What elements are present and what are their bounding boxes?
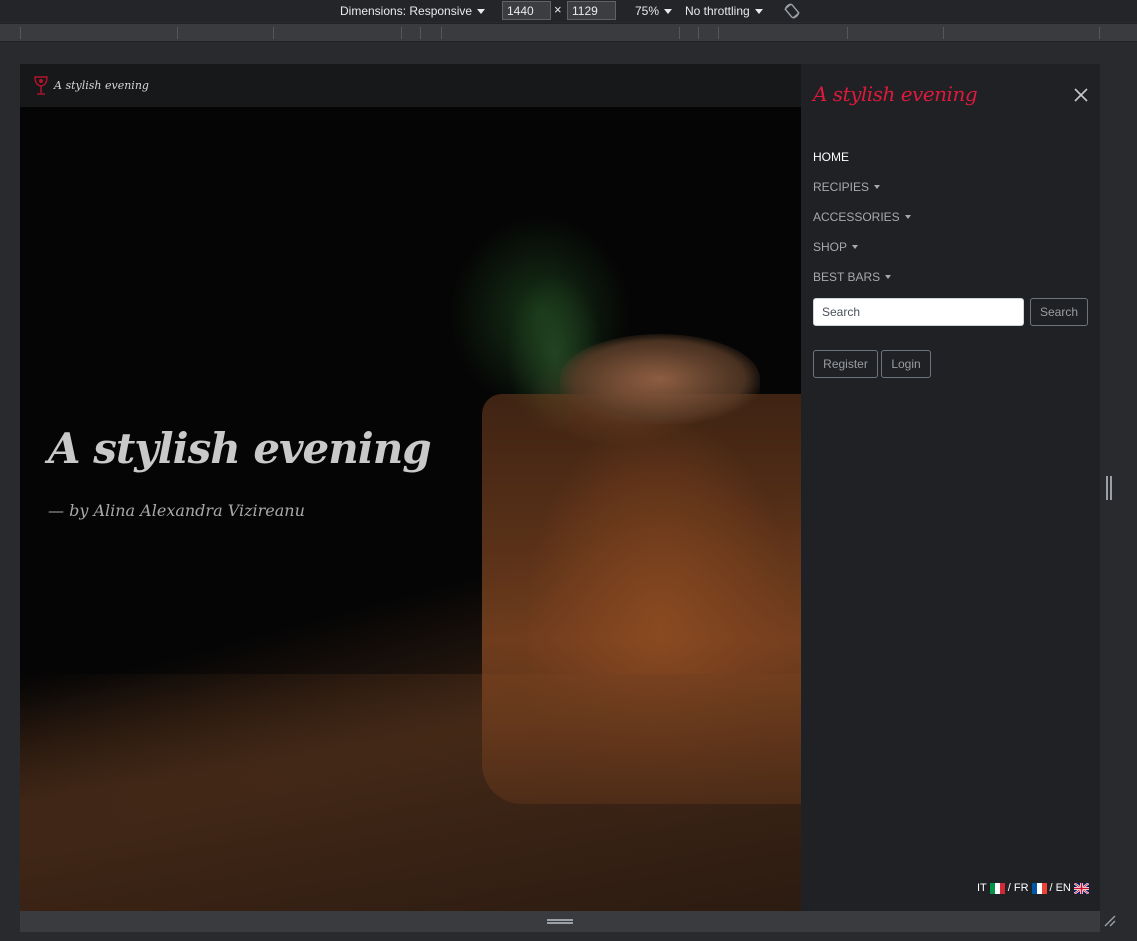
nav-item-best-bars[interactable]: BEST BARS — [813, 262, 911, 292]
lang-separator: / — [1007, 882, 1011, 894]
height-input[interactable] — [567, 1, 616, 20]
ruler-tick — [1099, 27, 1100, 39]
lang-separator: / — [1049, 882, 1053, 894]
dimensions-label: Dimensions: Responsive — [340, 4, 473, 18]
ruler-tick — [679, 27, 680, 39]
nav-item-label: HOME — [813, 150, 849, 164]
nav-item-label: SHOP — [813, 240, 848, 254]
hero-garnish-slice — [560, 334, 760, 424]
lang-fr-link[interactable]: FR — [1014, 882, 1029, 894]
hero-cocktail-glass — [482, 394, 801, 804]
zoom-label: 75% — [635, 4, 660, 18]
nav-item-recipies[interactable]: RECIPIES — [813, 172, 911, 202]
offcanvas-nav: HOME RECIPIES ACCESSORIES SHOP BEST BARS — [813, 142, 911, 292]
nav-item-accessories[interactable]: ACCESSORIES — [813, 202, 911, 232]
chevron-down-icon — [664, 8, 673, 14]
chevron-down-icon — [477, 8, 486, 14]
page-viewport: A stylish evening A stylish evening — by… — [20, 64, 1100, 911]
corner-resize-icon[interactable] — [1103, 914, 1117, 928]
ruler-tick — [441, 27, 442, 39]
nav-item-label: RECIPIES — [813, 180, 870, 194]
offcanvas-title: A stylish evening — [813, 82, 978, 106]
viewport-bottom-resize-handle[interactable] — [547, 919, 573, 924]
hero-subtitle: — by Alina Alexandra Vizireanu — [48, 501, 305, 520]
ruler-tick — [20, 27, 21, 39]
nav-item-shop[interactable]: SHOP — [813, 232, 911, 262]
search-input[interactable] — [813, 298, 1024, 326]
chevron-down-icon — [885, 275, 892, 279]
nav-item-label: ACCESSORIES — [813, 210, 900, 224]
chevron-down-icon — [852, 245, 859, 249]
ruler-tick — [273, 27, 274, 39]
lang-en-link[interactable]: EN — [1056, 882, 1071, 894]
devtools-toolbar: Dimensions: Responsive × 75% No throttli… — [0, 0, 1137, 22]
navbar: A stylish evening — [20, 64, 801, 107]
uk-flag-icon[interactable] — [1073, 882, 1089, 894]
dimensions-dropdown[interactable]: Dimensions: Responsive — [340, 0, 486, 22]
zoom-dropdown[interactable]: 75% — [635, 0, 673, 22]
throttling-dropdown[interactable]: No throttling — [685, 0, 763, 22]
chevron-down-icon — [754, 8, 763, 14]
viewport-right-resize-handle[interactable] — [1106, 476, 1112, 500]
width-input[interactable] — [502, 1, 551, 20]
france-flag-icon[interactable] — [1031, 882, 1047, 894]
close-icon[interactable] — [1072, 86, 1090, 104]
ruler-tick — [177, 27, 178, 39]
hero-title: A stylish evening — [48, 424, 432, 473]
throttling-label: No throttling — [685, 4, 750, 18]
ruler-tick — [718, 27, 719, 39]
offcanvas-menu: A stylish evening HOME RECIPIES ACCESSOR… — [801, 64, 1100, 911]
times-symbol: × — [554, 2, 562, 17]
ruler-tick — [401, 27, 402, 39]
login-button[interactable]: Login — [881, 350, 931, 378]
ruler-tick — [847, 27, 848, 39]
chevron-down-icon — [874, 185, 881, 189]
search-button[interactable]: Search — [1030, 298, 1088, 326]
chevron-down-icon — [904, 215, 911, 219]
ruler-tick — [420, 27, 421, 39]
wine-glass-icon[interactable] — [32, 75, 50, 97]
nav-item-home[interactable]: HOME — [813, 142, 911, 172]
nav-item-label: BEST BARS — [813, 270, 881, 284]
italy-flag-icon[interactable] — [989, 882, 1005, 894]
ruler-tick — [698, 27, 699, 39]
hero-image: A stylish evening A stylish evening — by… — [20, 64, 801, 911]
language-switcher: IT / FR / EN — [977, 882, 1089, 894]
ruler-tick — [943, 27, 944, 39]
rotate-icon[interactable] — [783, 2, 801, 20]
register-button[interactable]: Register — [813, 350, 878, 378]
media-query-ruler — [0, 23, 1137, 42]
lang-it-link[interactable]: IT — [977, 882, 987, 894]
navbar-brand[interactable]: A stylish evening — [54, 79, 149, 92]
